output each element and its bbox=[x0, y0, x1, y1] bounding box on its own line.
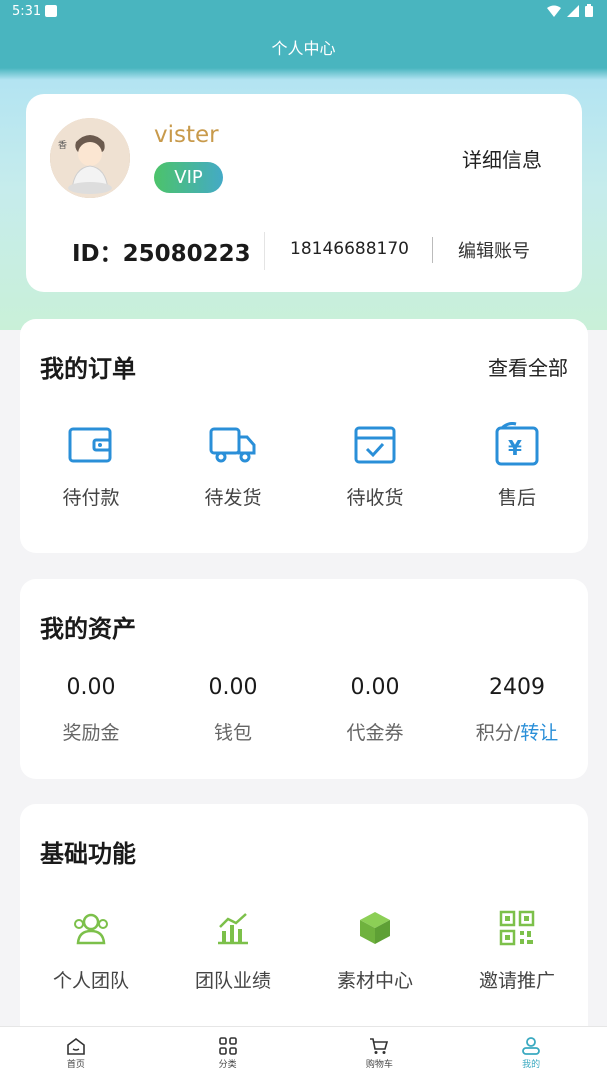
wallet-icon bbox=[67, 421, 115, 469]
grid-icon bbox=[218, 1037, 237, 1055]
order-label: 售后 bbox=[497, 487, 536, 509]
tab-cart[interactable]: 购物车 bbox=[304, 1027, 456, 1080]
wifi-icon bbox=[547, 5, 561, 17]
divider bbox=[264, 232, 265, 270]
chart-icon bbox=[209, 904, 257, 952]
truck-icon bbox=[209, 421, 257, 469]
assets-title: 我的资产 bbox=[40, 615, 136, 643]
order-status-grid: 待付款 待发货 待收货 ¥ 售后 bbox=[20, 421, 588, 510]
view-all-orders-link[interactable]: 查看全部 bbox=[488, 352, 568, 381]
package-check-icon bbox=[351, 421, 399, 469]
function-label: 团队业绩 bbox=[194, 970, 271, 992]
avatar-illustration: 香 bbox=[50, 118, 130, 198]
divider bbox=[432, 237, 433, 263]
asset-points[interactable]: 2409 积分/转让 bbox=[446, 675, 588, 745]
svg-text:香: 香 bbox=[58, 140, 67, 151]
page-title: 个人中心 bbox=[271, 39, 336, 58]
assets-card: 我的资产 0.00 奖励金 0.00 钱包 0.00 代金券 2409 积分/转… bbox=[20, 579, 588, 779]
edit-account-link[interactable]: 编辑账号 bbox=[458, 237, 530, 263]
tab-label: 我的 bbox=[522, 1060, 541, 1070]
functions-grid: 个人团队 团队业绩 素材中心 邀请推广 bbox=[20, 904, 588, 993]
avatar[interactable]: 香 bbox=[50, 118, 130, 198]
orders-card: 我的订单 查看全部 待付款 待发货 待收货 ¥ 售后 bbox=[20, 319, 588, 553]
asset-value: 0.00 bbox=[350, 675, 400, 700]
cube-icon bbox=[351, 904, 399, 952]
asset-value: 0.00 bbox=[208, 675, 258, 700]
home-icon bbox=[67, 1038, 85, 1055]
function-invite-promotion[interactable]: 邀请推广 bbox=[446, 904, 588, 993]
yen-refund-icon: ¥ bbox=[493, 421, 541, 469]
asset-value: 2409 bbox=[489, 675, 545, 700]
asset-value: 0.00 bbox=[66, 675, 116, 700]
orders-title: 我的订单 bbox=[40, 355, 136, 383]
team-icon bbox=[67, 904, 115, 952]
function-label: 邀请推广 bbox=[478, 970, 555, 992]
functions-title: 基础功能 bbox=[40, 840, 136, 868]
tab-label: 首页 bbox=[66, 1060, 85, 1070]
page-title-bar: 个人中心 bbox=[0, 26, 607, 68]
assets-grid: 0.00 奖励金 0.00 钱包 0.00 代金券 2409 积分/转让 bbox=[20, 675, 588, 745]
qr-code-icon bbox=[493, 904, 541, 952]
profile-card: 香 vister VIP 详细信息 ID：25080223 1814668817… bbox=[26, 94, 582, 292]
status-bar: 5:31 bbox=[0, 0, 607, 26]
function-personal-team[interactable]: 个人团队 bbox=[20, 904, 162, 993]
tab-category[interactable]: 分类 bbox=[152, 1027, 304, 1080]
status-icons bbox=[547, 4, 593, 17]
bottom-tab-bar: 首页 分类 购物车 我的 bbox=[0, 1026, 607, 1080]
tab-label: 购物车 bbox=[365, 1060, 393, 1070]
user-id: ID：25080223 bbox=[72, 241, 251, 267]
asset-label: 积分/ bbox=[475, 722, 521, 744]
asset-wallet[interactable]: 0.00 钱包 bbox=[162, 675, 304, 745]
order-label: 待收货 bbox=[346, 487, 404, 509]
cart-icon bbox=[370, 1038, 389, 1054]
tab-home[interactable]: 首页 bbox=[0, 1027, 152, 1080]
functions-card: 基础功能 个人团队 团队业绩 素材中心 邀请推广 bbox=[20, 804, 588, 1044]
order-pending-payment[interactable]: 待付款 bbox=[20, 421, 162, 510]
function-label: 个人团队 bbox=[52, 970, 129, 992]
detail-info-link[interactable]: 详细信息 bbox=[462, 144, 542, 173]
asset-voucher[interactable]: 0.00 代金券 bbox=[304, 675, 446, 745]
status-time: 5:31 bbox=[12, 4, 42, 19]
tab-mine[interactable]: 我的 bbox=[455, 1027, 607, 1080]
function-material-center[interactable]: 素材中心 bbox=[304, 904, 446, 993]
username: vister bbox=[154, 122, 219, 148]
signal-icon bbox=[567, 4, 579, 17]
user-icon bbox=[522, 1037, 541, 1055]
order-label: 待发货 bbox=[204, 487, 262, 509]
function-label: 素材中心 bbox=[336, 970, 413, 992]
vip-badge: VIP bbox=[154, 162, 223, 193]
battery-icon bbox=[585, 4, 593, 17]
phone-number: 18146688170 bbox=[290, 239, 409, 259]
asset-label: 奖励金 bbox=[62, 722, 120, 744]
asset-label: 代金券 bbox=[346, 722, 404, 744]
function-team-performance[interactable]: 团队业绩 bbox=[162, 904, 304, 993]
order-pending-shipment[interactable]: 待发货 bbox=[162, 421, 304, 510]
asset-label-row: 积分/转让 bbox=[476, 718, 558, 745]
order-after-sales[interactable]: ¥ 售后 bbox=[446, 421, 588, 510]
svg-text:¥: ¥ bbox=[508, 436, 522, 460]
order-pending-receipt[interactable]: 待收货 bbox=[304, 421, 446, 510]
asset-reward[interactable]: 0.00 奖励金 bbox=[20, 675, 162, 745]
transfer-points-link[interactable]: 转让 bbox=[520, 722, 558, 744]
asset-label: 钱包 bbox=[213, 722, 252, 744]
order-label: 待付款 bbox=[62, 487, 120, 509]
download-icon bbox=[45, 5, 57, 17]
tab-label: 分类 bbox=[218, 1060, 237, 1070]
